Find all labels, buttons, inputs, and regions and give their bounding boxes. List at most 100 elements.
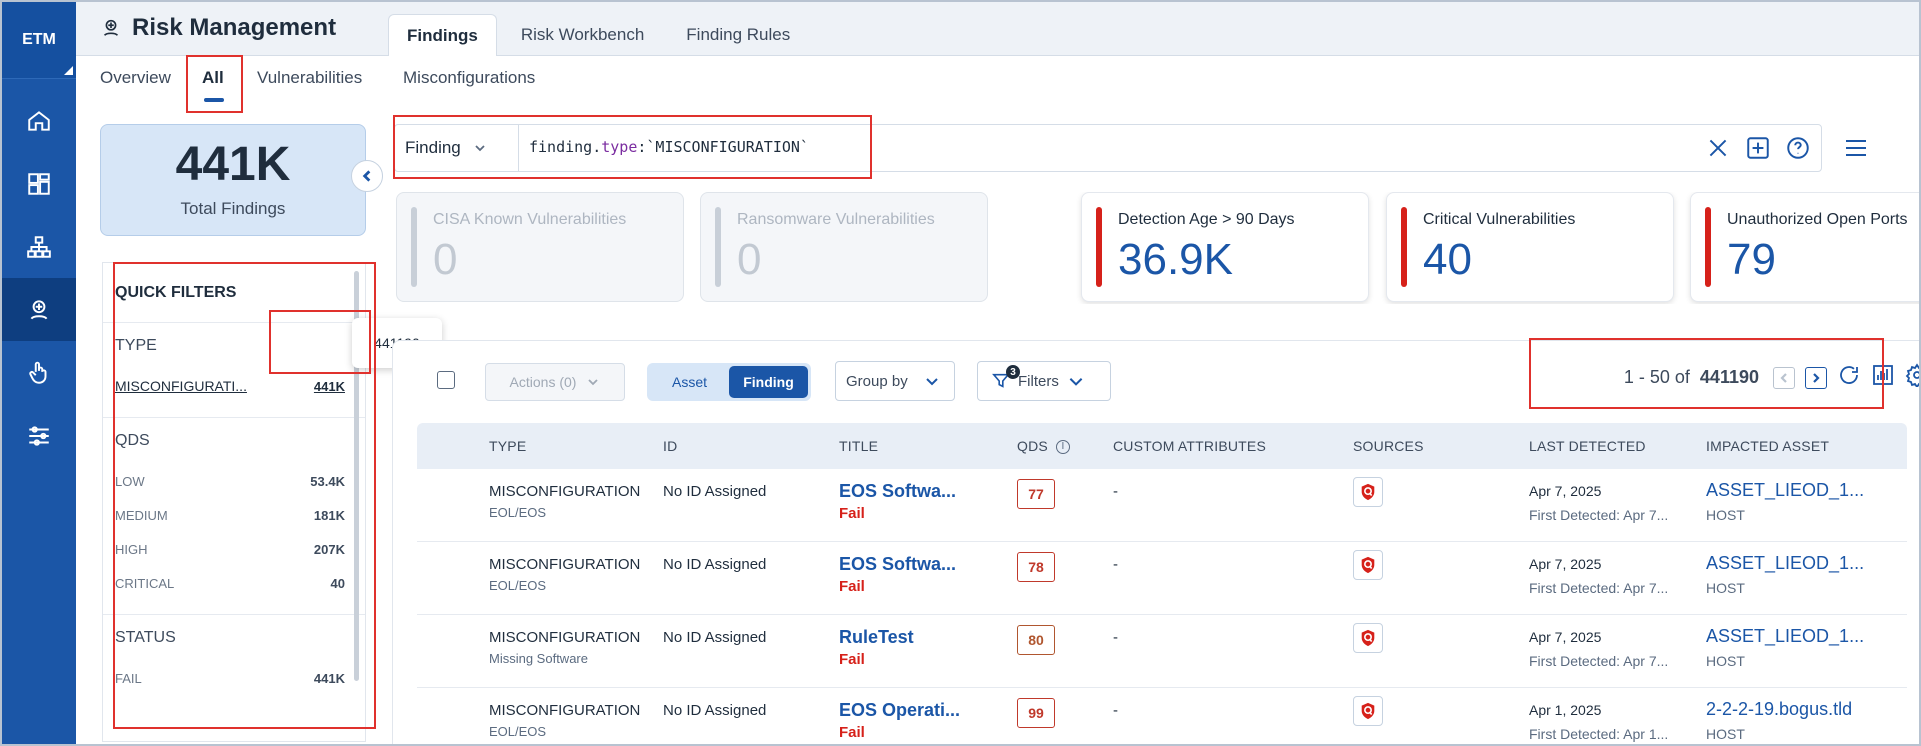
subtab-misconfigurations[interactable]: Misconfigurations <box>403 68 535 88</box>
source-qualys-icon[interactable] <box>1353 477 1383 507</box>
cell-type: MISCONFIGURATION <box>489 702 641 719</box>
filter-option-misconfiguration[interactable]: MISCONFIGURATI... 441K <box>115 369 345 403</box>
source-qualys-icon[interactable] <box>1353 623 1383 653</box>
subtab-vulnerabilities[interactable]: Vulnerabilities <box>257 68 362 88</box>
table-row[interactable]: MISCONFIGURATION EOL/EOS No ID Assigned … <box>417 469 1907 542</box>
column-header-qds[interactable]: QDS i <box>1017 438 1070 455</box>
chart-button[interactable] <box>1871 363 1895 392</box>
rail-item-dashboard[interactable] <box>2 152 76 215</box>
top-bar: Risk Management Findings Risk Workbench … <box>76 2 1919 56</box>
rail-item-settings[interactable] <box>2 404 76 467</box>
metric-card-ransomware[interactable]: Ransomware Vulnerabilities 0 <box>700 192 988 302</box>
column-header-sources[interactable]: SOURCES <box>1353 438 1424 454</box>
column-header-title[interactable]: TITLE <box>839 438 878 454</box>
impacted-asset-link[interactable]: ASSET_LIEOD_1... <box>1706 480 1864 501</box>
filters-button[interactable]: 3 Filters <box>977 361 1111 401</box>
tab-risk-workbench[interactable]: Risk Workbench <box>503 14 662 56</box>
metric-card-open-ports[interactable]: Unauthorized Open Ports 79 <box>1690 192 1919 302</box>
rail-item-remediation[interactable] <box>2 341 76 404</box>
cell-first-detected: First Detected: Apr 1... <box>1529 726 1669 742</box>
filters-count-badge: 3 <box>1006 365 1020 379</box>
table-row[interactable]: MISCONFIGURATION EOL/EOS No ID Assigned … <box>417 688 1907 744</box>
filter-option-low[interactable]: LOW 53.4K <box>115 464 345 498</box>
subtab-overview[interactable]: Overview <box>100 68 171 88</box>
next-page-button[interactable] <box>1805 366 1827 389</box>
finding-title-link[interactable]: EOS Operati... <box>839 700 960 721</box>
qualys-shield-icon <box>1361 483 1375 501</box>
app-logo[interactable]: ETM <box>2 2 76 79</box>
logo-corner-marker <box>64 66 73 75</box>
finding-title-link[interactable]: EOS Softwa... <box>839 481 956 502</box>
finding-title-link[interactable]: EOS Softwa... <box>839 554 956 575</box>
cell-first-detected: First Detected: Apr 7... <box>1529 507 1669 523</box>
query-input[interactable]: finding.type:`MISCONFIGURATION` <box>529 138 809 156</box>
help-icon[interactable] <box>1785 135 1811 161</box>
filter-option-medium[interactable]: MEDIUM 181K <box>115 498 345 532</box>
metric-title: Detection Age > 90 Days <box>1118 211 1295 228</box>
collapse-panel-button[interactable] <box>351 160 383 192</box>
query-scope-select[interactable]: Finding <box>395 125 519 171</box>
tab-findings[interactable]: Findings <box>388 14 497 56</box>
tab-finding-rules[interactable]: Finding Rules <box>668 14 808 56</box>
app-logo-text: ETM <box>22 31 56 48</box>
filter-option-high[interactable]: HIGH 207K <box>115 532 345 566</box>
column-header-custom-attributes[interactable]: CUSTOM ATTRIBUTES <box>1113 438 1266 454</box>
chevron-down-icon <box>475 145 485 152</box>
filter-option-count: 40 <box>330 575 345 591</box>
metric-indicator <box>411 207 417 287</box>
chevron-left-icon <box>1780 372 1787 383</box>
info-icon[interactable]: i <box>1055 440 1070 455</box>
source-qualys-icon[interactable] <box>1353 550 1383 580</box>
filter-option-critical[interactable]: CRITICAL 40 <box>115 566 345 600</box>
active-tab-indicator <box>204 98 224 102</box>
actions-dropdown[interactable]: Actions (0) <box>485 363 625 401</box>
filter-section-title: QDS <box>115 432 150 449</box>
subtab-all[interactable]: All <box>202 68 224 102</box>
view-asset-button[interactable]: Asset <box>650 366 729 398</box>
subtab-all-label: All <box>202 68 224 87</box>
actions-label: Actions (0) <box>509 374 577 390</box>
cell-last-detected: Apr 7, 2025 <box>1529 629 1602 645</box>
rail-item-network[interactable] <box>2 215 76 278</box>
pagination: 1 - 50 of 441190 <box>1624 363 1919 392</box>
select-all-checkbox[interactable] <box>437 371 455 389</box>
source-qualys-icon[interactable] <box>1353 696 1383 726</box>
metric-card-detection-age[interactable]: Detection Age > 90 Days 36.9K <box>1081 192 1369 302</box>
qds-score: 77 <box>1017 479 1055 509</box>
add-query-icon[interactable] <box>1745 135 1771 161</box>
cell-id: No ID Assigned <box>663 556 767 573</box>
metric-cards: CISA Known Vulnerabilities 0 Ransomware … <box>396 192 1919 304</box>
close-icon[interactable] <box>1705 135 1731 161</box>
table-row[interactable]: MISCONFIGURATION EOL/EOS No ID Assigned … <box>417 542 1907 615</box>
rail-item-home[interactable] <box>2 89 76 152</box>
query-value: :`MISCONFIGURATION` <box>637 138 809 156</box>
total-findings-label: Total Findings <box>180 199 286 218</box>
view-finding-button[interactable]: Finding <box>729 366 808 398</box>
column-header-last-detected[interactable]: LAST DETECTED <box>1529 438 1646 454</box>
filter-option-fail[interactable]: FAIL 441K <box>115 661 345 695</box>
impacted-asset-link[interactable]: ASSET_LIEOD_1... <box>1706 553 1864 574</box>
impacted-asset-link[interactable]: 2-2-2-19.bogus.tld <box>1706 699 1852 720</box>
column-header-id[interactable]: ID <box>663 438 677 454</box>
menu-button[interactable] <box>1842 134 1870 167</box>
metric-title: Ransomware Vulnerabilities <box>737 211 935 228</box>
prev-page-button[interactable] <box>1773 366 1795 389</box>
rail-item-risk[interactable] <box>2 278 76 341</box>
settings-button[interactable] <box>1905 363 1919 392</box>
metric-value: 40 <box>1423 235 1472 284</box>
metric-card-cisa[interactable]: CISA Known Vulnerabilities 0 <box>396 192 684 302</box>
filter-option-label: FAIL <box>115 670 142 686</box>
group-by-dropdown[interactable]: Group by <box>835 361 955 401</box>
metric-card-critical-vulnerabilities[interactable]: Critical Vulnerabilities 40 <box>1386 192 1674 302</box>
impacted-asset-link[interactable]: ASSET_LIEOD_1... <box>1706 626 1864 647</box>
table-row[interactable]: MISCONFIGURATION Missing Software No ID … <box>417 615 1907 688</box>
column-header-impacted-asset[interactable]: IMPACTED ASSET <box>1706 438 1829 454</box>
filter-option-count: 441K <box>313 378 345 394</box>
app-window: ETM Risk Management Findings Risk Workbe… <box>0 0 1921 746</box>
cell-last-detected: Apr 7, 2025 <box>1529 483 1602 499</box>
metric-title: Unauthorized Open Ports <box>1727 211 1908 228</box>
total-findings-value: 441K <box>175 138 291 191</box>
column-header-type[interactable]: TYPE <box>489 438 526 454</box>
finding-title-link[interactable]: RuleTest <box>839 627 914 648</box>
refresh-button[interactable] <box>1837 363 1861 392</box>
